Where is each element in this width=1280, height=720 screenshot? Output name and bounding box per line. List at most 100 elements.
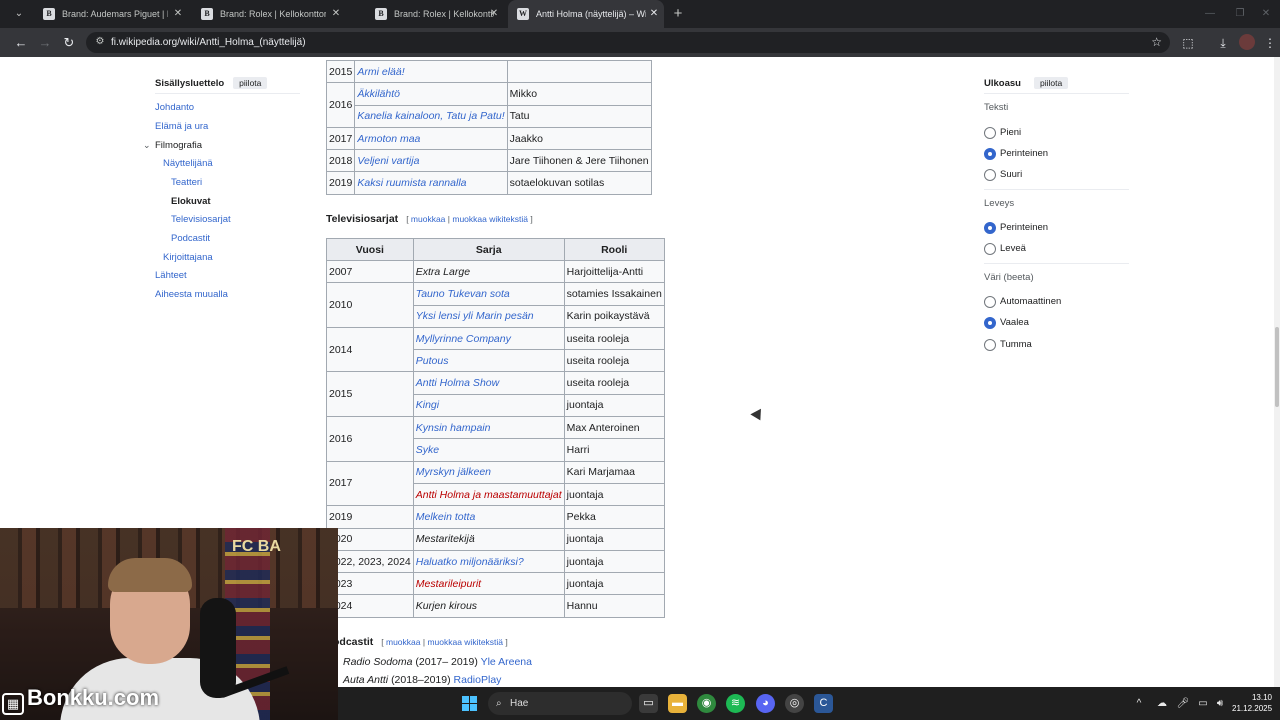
forward-icon[interactable]: → [35,33,55,53]
toc-item-podcastit[interactable]: Podcastit [171,233,210,244]
close-tab-icon[interactable]: ✕ [488,0,500,28]
film-link[interactable]: Kanelia kainaloon, Tatu ja Patu! [357,110,504,122]
tab-search-button[interactable]: ⌄ [8,5,30,23]
column-header: Vuosi [326,238,414,261]
toc-item-elokuvat[interactable]: Elokuvat [171,196,211,207]
podcast-platform-link[interactable]: Yle Areena [481,656,532,668]
tray-overflow-icon[interactable]: ^ [1130,687,1148,720]
toc-item-elama-ja-ura[interactable]: Elämä ja ura [155,121,208,132]
close-window-icon[interactable]: ✕ [1256,0,1276,28]
edit-source-link[interactable]: muokkaa wikitekstiä [452,214,528,224]
person-hair [108,558,192,592]
radio-button[interactable] [984,127,996,139]
bookmark-star-icon[interactable]: ☆ [1151,32,1162,53]
chrome-icon[interactable]: ◉ [697,694,716,713]
series-link[interactable]: Kynsin hampain [416,422,491,434]
series-title-cell: Antti Holma Show [412,371,565,395]
toc-item-kirjoittajana[interactable]: Kirjoittajana [163,252,213,263]
series-link[interactable]: Antti Holma Show [416,377,499,389]
onedrive-icon[interactable]: ☁ [1153,687,1171,720]
discord-icon[interactable]: ◕ [756,694,775,713]
series-link[interactable]: Kingi [416,399,439,411]
address-bar[interactable]: ⚙ fi.wikipedia.org/wiki/Antti_Holma_(näy… [86,32,1170,53]
series-link-missing[interactable]: Antti Holma ja maastamuuttajat [416,489,562,501]
close-tab-icon[interactable]: ✕ [330,0,342,28]
maximize-icon[interactable]: ❐ [1230,0,1250,28]
windows-start-icon[interactable] [462,696,477,711]
podcast-platform-link[interactable]: RadioPlay [454,674,502,686]
series-link[interactable]: Melkein totta [416,511,476,523]
role-cell [506,59,652,84]
film-title-cell: Veljeni vartija [354,149,508,173]
column-header: Rooli [563,238,665,261]
tab-antti-holma[interactable]: W Antti Holma (näyttelijä) – Wikip ✕ [508,0,664,28]
chevron-down-icon[interactable]: ⌄ [143,140,151,151]
spotify-icon[interactable]: ≋ [726,694,745,713]
close-tab-icon[interactable]: ✕ [648,0,660,28]
clock[interactable]: 13.10 21.12.2025 [1232,692,1272,714]
film-link[interactable]: Veljeni vartija [357,155,419,167]
webcam-overlay: FC BA ▦ Bonkku.com [0,528,338,720]
site-info-icon[interactable]: ⚙ [94,36,106,48]
series-link[interactable]: Myllyrinne Company [416,333,511,345]
film-link[interactable]: Armoton maa [357,133,420,145]
toc-item-lahteet[interactable]: Lähteet [155,270,187,281]
series-link[interactable]: Haluatko miljonääriksi? [416,556,524,568]
radio-button[interactable] [984,243,996,255]
extensions-icon[interactable]: ⬚ [1178,33,1198,53]
task-view-icon[interactable]: ▭ [639,694,658,713]
minimize-icon[interactable]: — [1200,0,1220,28]
menu-icon[interactable]: ⋮ [1260,33,1280,53]
profile-avatar[interactable] [1239,34,1255,50]
network-icon[interactable]: ▭ [1194,687,1212,720]
toc-hide-button[interactable]: piilota [233,77,268,89]
toc-item-teatteri[interactable]: Teatteri [171,177,202,188]
taskbar-search-box[interactable]: ⌕ Hae [488,692,632,715]
toc-item-filmografia[interactable]: ⌄ Filmografia [143,140,202,151]
radio-button-selected[interactable] [984,148,996,160]
tab-audemars-piguet[interactable]: B Brand: Audemars Piguet | Kello ✕ [34,0,186,28]
toc-item-nayttelijana[interactable]: Näyttelijänä [163,158,213,169]
toc-item-televisiosarjat[interactable]: Televisiosarjat [171,214,231,225]
role-cell: useita rooleja [563,371,665,395]
series-link-missing[interactable]: Mestarileipurit [416,578,481,590]
close-tab-icon[interactable]: ✕ [172,0,184,28]
series-title: Kurjen kirous [415,600,478,613]
series-title-cell: Haluatko miljonääriksi? [412,549,565,574]
series-link[interactable]: Yksi lensi yli Marin pesän [416,310,534,322]
volume-icon[interactable]: 🔊︎ [1211,687,1229,720]
edit-link[interactable]: muokkaa [386,637,421,647]
toc-item-johdanto[interactable]: Johdanto [155,102,194,113]
series-link[interactable]: Myrskyn jälkeen [416,466,491,478]
new-tab-button[interactable]: + [670,0,686,28]
radio-button[interactable] [984,169,996,181]
downloads-icon[interactable]: ⤓ [1213,33,1233,53]
series-link[interactable]: Putous [416,355,449,367]
file-explorer-icon[interactable]: ▬ [668,694,687,713]
year-cell: 2019 [325,171,356,195]
series-link[interactable]: Tauno Tukevan sota [416,288,510,300]
film-link[interactable]: Armi elää! [357,66,404,78]
radio-button-selected[interactable] [984,317,996,329]
radio-button[interactable] [984,296,996,308]
radio-button-selected[interactable] [984,222,996,234]
microphone-tray-icon[interactable]: 🎤︎ [1174,687,1192,720]
series-link[interactable]: Syke [416,444,439,456]
reload-icon[interactable]: ↻ [59,33,79,53]
radio-button[interactable] [984,339,996,351]
favicon-icon: B [201,8,213,20]
scrollbar-thumb[interactable] [1275,327,1279,407]
film-link[interactable]: Äkkilähtö [357,88,400,100]
obs-icon[interactable]: ◎ [785,694,804,713]
role-cell: Hannu [563,594,665,618]
edit-source-link[interactable]: muokkaa wikitekstiä [427,637,503,647]
appearance-hide-button[interactable]: piilota [1033,77,1069,89]
tab-rolex-1[interactable]: B Brand: Rolex | Kellokonttori ✕ [192,0,344,28]
tab-rolex-2[interactable]: B Brand: Rolex | Kellokonttori ✕ [366,0,506,28]
film-link[interactable]: Kaksi ruumista rannalla [357,177,466,189]
url-text[interactable]: fi.wikipedia.org/wiki/Antti_Holma_(näytt… [111,32,306,53]
back-icon[interactable]: ← [11,33,31,53]
app-icon[interactable]: C [814,694,833,713]
toc-item-aiheesta-muualla[interactable]: Aiheesta muualla [155,289,228,300]
edit-link[interactable]: muokkaa [411,214,446,224]
